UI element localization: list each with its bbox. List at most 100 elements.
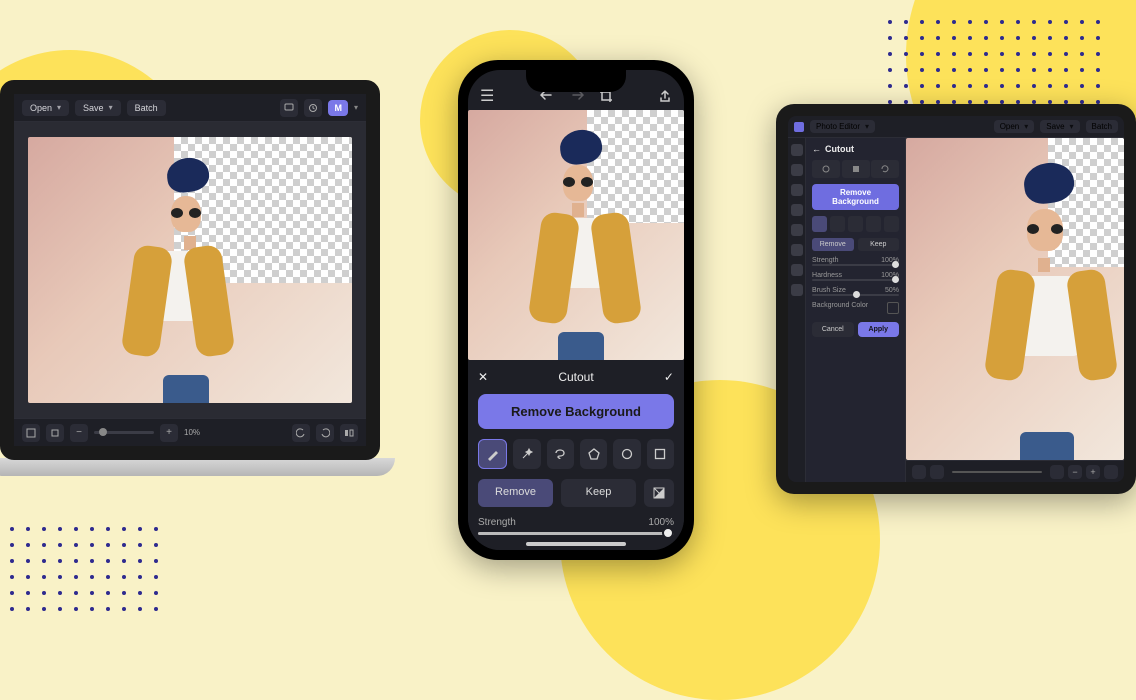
phone-device: ☰ ✕ Cutout ✓ Remove Background	[458, 60, 694, 560]
fit-icon[interactable]	[1050, 465, 1064, 479]
bgcolor-swatch[interactable]	[887, 302, 899, 314]
polygon-tool[interactable]	[866, 216, 881, 232]
preset-cutout[interactable]	[842, 160, 870, 178]
photo-preview	[28, 137, 352, 403]
rail-item[interactable]	[791, 284, 803, 296]
rail-item[interactable]	[791, 204, 803, 216]
rail-item[interactable]	[791, 264, 803, 276]
rail-item[interactable]	[791, 164, 803, 176]
phone-notch	[526, 70, 626, 92]
cancel-button[interactable]: Cancel	[812, 322, 853, 337]
keep-mode[interactable]: Keep	[858, 238, 899, 251]
magic-wand-tool[interactable]	[830, 216, 845, 232]
mode-selector[interactable]: Photo Editor	[810, 120, 875, 133]
share-icon[interactable]	[658, 89, 672, 103]
brush-tool[interactable]	[812, 216, 827, 232]
photo-preview	[906, 138, 1124, 460]
photo-preview	[468, 110, 684, 360]
redo-icon[interactable]	[316, 424, 334, 442]
strength-label: Strength	[478, 517, 516, 528]
invert-icon[interactable]	[644, 479, 674, 507]
open-menu[interactable]: Open	[994, 120, 1035, 133]
keep-mode[interactable]: Keep	[561, 479, 636, 507]
zoom-out-icon[interactable]: −	[1068, 465, 1082, 479]
tablet-topbar: Photo Editor Open Save Batch	[788, 116, 1124, 138]
shape-tool[interactable]	[884, 216, 899, 232]
tool-row	[478, 439, 674, 469]
preset-original[interactable]	[812, 160, 840, 178]
zoom-in-icon[interactable]: +	[160, 424, 178, 442]
compare-icon[interactable]	[340, 424, 358, 442]
batch-button[interactable]: Batch	[127, 100, 166, 116]
zoom-out-icon[interactable]: −	[70, 424, 88, 442]
hardness-slider[interactable]	[812, 279, 899, 281]
message-icon[interactable]	[280, 99, 298, 117]
user-avatar[interactable]: M	[328, 100, 348, 116]
laptop-device: Open Save Batch M ▾ −	[0, 80, 380, 520]
tablet-device: Photo Editor Open Save Batch ← Cutout	[776, 104, 1136, 494]
layers-icon[interactable]	[930, 465, 944, 479]
home-indicator	[526, 542, 626, 546]
back-icon[interactable]: ←	[812, 144, 821, 154]
strength-label: Strength	[812, 257, 838, 264]
apply-button[interactable]: Apply	[858, 322, 899, 337]
zoom-value: 10%	[184, 428, 200, 437]
strength-slider[interactable]	[478, 532, 674, 535]
lasso-tool[interactable]	[547, 439, 574, 469]
compare-icon[interactable]	[1104, 465, 1118, 479]
panel-title: Cutout	[825, 144, 854, 154]
tool-row	[812, 216, 899, 232]
left-rail	[788, 138, 806, 482]
chevron-down-icon[interactable]: ▾	[354, 103, 358, 112]
close-icon[interactable]: ✕	[478, 370, 488, 384]
photo-subject	[93, 150, 287, 403]
save-menu[interactable]: Save	[75, 100, 121, 116]
rect-tool[interactable]	[647, 439, 674, 469]
history-icon[interactable]	[304, 99, 322, 117]
preset-refresh[interactable]	[871, 160, 899, 178]
laptop-base	[0, 458, 395, 476]
rail-item[interactable]	[791, 224, 803, 236]
actual-size-icon[interactable]	[46, 424, 64, 442]
save-menu[interactable]: Save	[1040, 120, 1079, 133]
circle-tool[interactable]	[613, 439, 640, 469]
photo-subject	[955, 154, 1119, 460]
magic-wand-tool[interactable]	[513, 439, 540, 469]
menu-icon[interactable]: ☰	[480, 86, 494, 106]
lasso-tool[interactable]	[848, 216, 863, 232]
panel-title: Cutout	[558, 370, 593, 384]
remove-background-button[interactable]: Remove Background	[812, 184, 899, 210]
brushsize-slider[interactable]	[812, 294, 899, 296]
brushsize-value: 50%	[885, 287, 899, 294]
zoom-in-icon[interactable]: +	[1086, 465, 1100, 479]
tablet-canvas[interactable]: − +	[906, 138, 1124, 482]
rail-item[interactable]	[791, 144, 803, 156]
grid-icon[interactable]	[912, 465, 926, 479]
open-menu[interactable]: Open	[22, 100, 69, 116]
app-logo	[794, 122, 804, 132]
cutout-sidepanel: ← Cutout Remove Background Remove Keep	[806, 138, 906, 482]
desktop-canvas[interactable]	[14, 122, 366, 418]
brushsize-label: Brush Size	[812, 287, 846, 294]
fit-screen-icon[interactable]	[22, 424, 40, 442]
scrub-slider[interactable]	[952, 471, 1042, 473]
desktop-bottombar: − + 10%	[14, 418, 366, 446]
rail-item[interactable]	[791, 244, 803, 256]
brush-tool[interactable]	[478, 439, 507, 469]
polygon-tool[interactable]	[580, 439, 607, 469]
zoom-slider[interactable]	[94, 431, 154, 434]
strength-slider[interactable]	[812, 264, 899, 266]
desktop-topbar: Open Save Batch M ▾	[14, 94, 366, 122]
decor-dots	[888, 20, 1108, 112]
remove-mode[interactable]: Remove	[812, 238, 853, 251]
photo-subject	[511, 123, 641, 361]
remove-mode[interactable]: Remove	[478, 479, 553, 507]
undo-icon[interactable]	[292, 424, 310, 442]
remove-background-button[interactable]: Remove Background	[478, 394, 674, 429]
rail-item[interactable]	[791, 184, 803, 196]
tablet-bottombar: − +	[906, 460, 1124, 482]
confirm-icon[interactable]: ✓	[664, 370, 674, 384]
batch-button[interactable]: Batch	[1086, 120, 1118, 133]
phone-canvas[interactable]	[468, 110, 684, 360]
cutout-panel: ✕ Cutout ✓ Remove Background Remove Keep	[468, 360, 684, 550]
